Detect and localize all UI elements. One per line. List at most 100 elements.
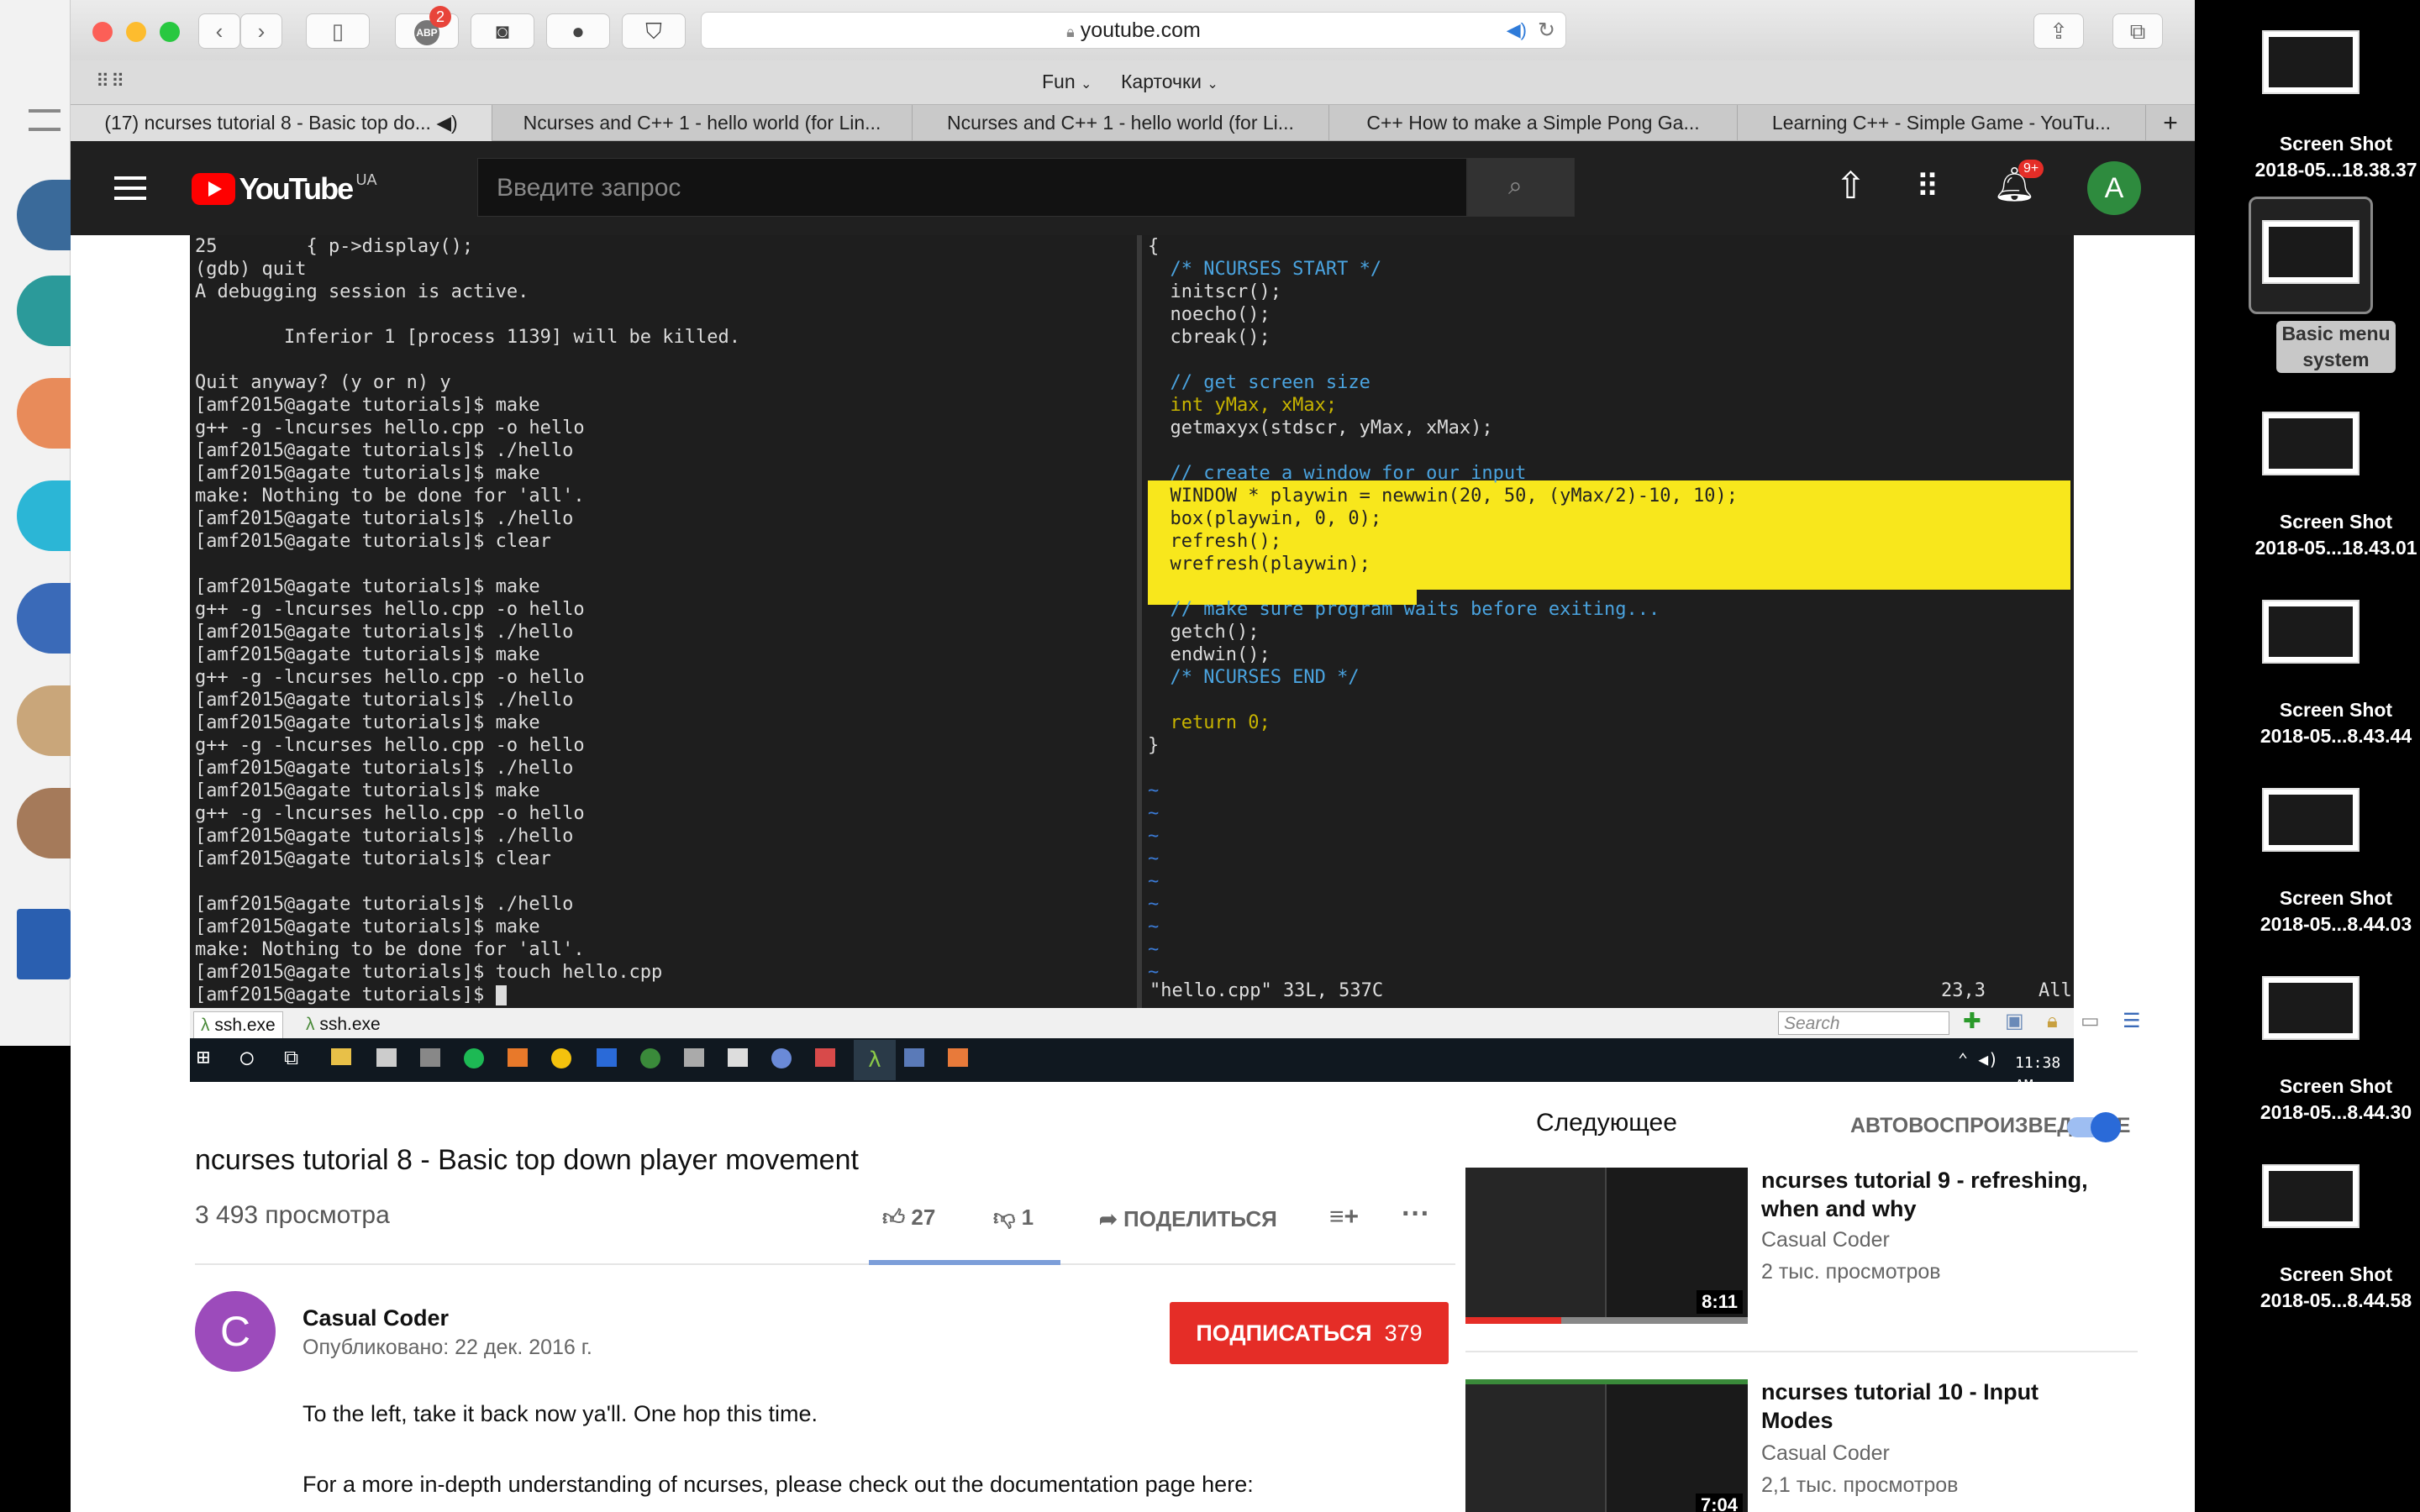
dislike-button[interactable]: 👎︎ 1 <box>993 1205 1034 1231</box>
speaker-icon[interactable]: ◀) <box>436 112 457 134</box>
related-video-title[interactable]: ncurses tutorial 10 - Input Modes <box>1761 1378 2039 1435</box>
desktop-file-thumbnail[interactable] <box>2262 30 2360 94</box>
channel-name[interactable]: Casual Coder <box>302 1305 449 1331</box>
add-to-playlist-icon[interactable]: ≡+ <box>1329 1203 1359 1231</box>
tab-active[interactable]: (17) ncurses tutorial 8 - Basic top do..… <box>71 105 492 141</box>
avatar[interactable] <box>17 583 71 654</box>
avatar[interactable] <box>17 180 71 250</box>
close-window-button[interactable] <box>92 22 113 42</box>
bookmark-folder-cards[interactable]: Карточки ⌄ <box>1121 71 1218 93</box>
desktop-file-label[interactable]: Screen Shot 2018-05...8.44.30 <box>2252 1074 2420 1126</box>
reload-icon[interactable]: ↻ <box>1538 13 1555 48</box>
autoplay-toggle[interactable] <box>2067 1112 2121 1142</box>
channel-avatar[interactable]: C <box>195 1291 276 1372</box>
grid-icon[interactable]: ⠿⠿ <box>96 71 126 92</box>
desktop-file-thumbnail[interactable] <box>2262 788 2360 852</box>
account-avatar[interactable]: A <box>2087 161 2141 215</box>
video-player[interactable]: 25 { p->display(); (gdb) quit A debugging … <box>190 235 2141 1095</box>
desktop-file-label[interactable]: Screen Shot 2018-05...8.44.58 <box>2252 1262 2420 1314</box>
app-icon[interactable] <box>815 1048 835 1067</box>
related-video-channel[interactable]: Casual Coder <box>1761 1441 1890 1466</box>
desktop-file-label[interactable]: Screen Shot 2018-05...18.38.37 <box>2252 131 2420 183</box>
desktop-file-thumbnail[interactable] <box>2262 600 2360 664</box>
tab[interactable]: C++ How to make a Simple Pong Ga... <box>1329 105 1738 141</box>
privacy-shield-button[interactable]: ⛉ <box>622 13 686 49</box>
desktop-file-thumbnail[interactable] <box>2262 412 2360 475</box>
new-tab-button[interactable]: + <box>2146 105 2195 141</box>
app-icon[interactable] <box>508 1048 528 1067</box>
app-icon[interactable] <box>728 1048 748 1067</box>
app-icon[interactable] <box>420 1048 440 1067</box>
apps-grid-icon[interactable]: ⠿ <box>1916 168 1939 206</box>
view-icon[interactable]: ▣ <box>2005 1010 2024 1032</box>
menu-icon[interactable] <box>114 176 146 200</box>
action-center-icon[interactable]: ▤ <box>2097 1047 2109 1069</box>
share-button[interactable]: ➦ ПОДЕЛИТЬСЯ <box>1099 1206 1277 1232</box>
more-options-icon[interactable]: ··· <box>1402 1198 1430 1231</box>
avatar[interactable] <box>17 378 71 449</box>
audio-playing-icon[interactable]: ◀) <box>1507 13 1527 48</box>
terminal-app-icon[interactable]: λ <box>854 1040 896 1080</box>
task-view-icon[interactable]: ⧉ <box>284 1047 298 1069</box>
desktop-file-label[interactable]: Screen Shot 2018-05...18.43.01 <box>2252 509 2420 561</box>
bookmark-folder-fun[interactable]: Fun ⌄ <box>1042 71 1092 93</box>
add-tab-icon[interactable]: ✚ <box>1963 1010 1981 1032</box>
video-thumbnail[interactable]: 8:11 <box>1465 1168 1748 1324</box>
cortana-icon[interactable]: ○ <box>240 1047 254 1069</box>
menu-lines-icon[interactable]: ☰ <box>2123 1010 2141 1032</box>
like-button[interactable]: 👍︎ 27 <box>882 1205 935 1231</box>
video-thumbnail[interactable]: 7:04 <box>1465 1379 1748 1512</box>
forward-button[interactable]: › <box>240 13 282 49</box>
desktop-file-label[interactable]: Basic menu system <box>2252 321 2420 373</box>
ssh-tab[interactable]: λ ssh.exe <box>299 1011 387 1037</box>
hamburger-icon[interactable] <box>29 109 60 131</box>
back-button[interactable]: ‹ <box>198 13 240 49</box>
volume-icon[interactable]: ⌃ ◀) <box>1958 1048 1998 1071</box>
windows-start-icon[interactable]: ⊞ <box>197 1047 210 1069</box>
store-icon[interactable] <box>376 1048 397 1067</box>
share-button[interactable]: ⇪ <box>2033 13 2084 49</box>
app-icon[interactable] <box>948 1048 968 1067</box>
avatar[interactable] <box>17 685 71 756</box>
desktop-file-thumbnail[interactable] <box>2262 976 2360 1040</box>
avatar[interactable] <box>17 276 71 346</box>
ghostery-button[interactable]: ● <box>546 13 610 49</box>
youtube-logo[interactable]: YouTube UA <box>192 171 377 207</box>
lock-icon[interactable]: 🔒︎ <box>2047 1010 2058 1032</box>
adblock-button[interactable]: ABP 2 <box>395 6 459 49</box>
desktop-file-label[interactable]: Screen Shot 2018-05...8.44.03 <box>2252 885 2420 937</box>
tab[interactable]: Ncurses and C++ 1 - hello world (for Lin… <box>492 105 913 141</box>
show-tabs-button[interactable]: ⧉ <box>2112 13 2163 49</box>
app-icon[interactable] <box>904 1048 924 1067</box>
desktop-file-thumbnail[interactable] <box>2262 220 2360 284</box>
desktop-file-thumbnail[interactable] <box>2262 1164 2360 1228</box>
sidebar-button[interactable]: ▯ <box>306 13 370 49</box>
tab[interactable]: Ncurses and C++ 1 - hello world (for Li.… <box>913 105 1329 141</box>
app-icon[interactable] <box>597 1048 617 1067</box>
avatar[interactable] <box>17 480 71 551</box>
chrome-icon[interactable] <box>551 1048 571 1068</box>
minimize-window-button[interactable] <box>126 22 146 42</box>
ssh-tab[interactable]: λ ssh.exe <box>193 1011 283 1039</box>
panel-icon[interactable]: ▭ <box>2081 1010 2100 1032</box>
avatar[interactable] <box>17 909 71 979</box>
related-video-channel[interactable]: Casual Coder <box>1761 1228 1890 1252</box>
tab[interactable]: Learning C++ - Simple Game - YouTu... <box>1738 105 2146 141</box>
upload-icon[interactable]: ⇧ <box>1835 165 1866 207</box>
address-bar[interactable]: 🔒︎ youtube.com ◀) ↻ <box>701 12 1566 49</box>
app-icon[interactable] <box>771 1048 792 1068</box>
related-video-title[interactable]: ncurses tutorial 9 - refreshing, when and… <box>1761 1166 2088 1223</box>
zoom-window-button[interactable] <box>160 22 180 42</box>
console-search-input[interactable]: Search <box>1778 1011 1949 1035</box>
desktop-file-label[interactable]: Screen Shot 2018-05...8.43.44 <box>2252 697 2420 749</box>
spotify-icon[interactable] <box>464 1048 484 1068</box>
subscribe-button[interactable]: ПОДПИСАТЬСЯ 379 <box>1170 1302 1449 1364</box>
search-button[interactable]: ⌕ <box>1467 158 1575 217</box>
search-input[interactable]: Введите запрос <box>477 158 1467 217</box>
code-line: ~ <box>1148 826 1160 847</box>
app-icon[interactable] <box>640 1048 660 1068</box>
file-explorer-icon[interactable] <box>331 1048 351 1065</box>
avatar[interactable] <box>17 788 71 858</box>
pocket-button[interactable]: ◙ <box>471 13 534 49</box>
app-icon[interactable] <box>684 1048 704 1067</box>
